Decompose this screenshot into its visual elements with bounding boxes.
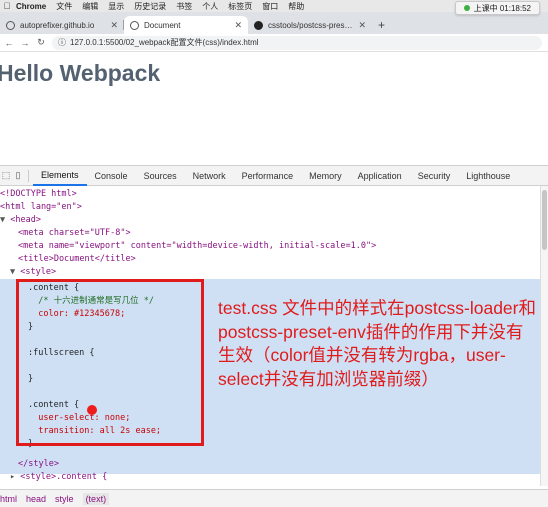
devtools-tab-network[interactable]: Network [185, 166, 234, 186]
tree-line-title[interactable]: <title>Document</title> [18, 253, 136, 266]
tree-line-html[interactable]: <html lang="en"> [0, 201, 82, 214]
devtools-tab-memory[interactable]: Memory [301, 166, 350, 186]
tab-title: autoprefixer.github.io [20, 20, 95, 30]
dom-breadcrumbs: html head style (text) [0, 489, 548, 507]
menu-tabs[interactable]: 标签页 [223, 1, 257, 12]
menu-app-chrome[interactable]: Chrome [14, 2, 51, 11]
devtools-tab-console[interactable]: Console [87, 166, 136, 186]
css-line: :fullscreen { [28, 348, 95, 358]
close-icon[interactable]: ✕ [358, 20, 366, 31]
info-icon[interactable]: ⓘ [58, 37, 66, 48]
browser-tab-autoprefixer[interactable]: autoprefixer.github.io ✕ [0, 16, 124, 34]
devtools-tab-bar: ⬚ ▯ Elements Console Sources Network Per… [0, 166, 548, 186]
devtools-tab-security[interactable]: Security [410, 166, 459, 186]
menu-help[interactable]: 帮助 [283, 1, 309, 12]
menu-edit[interactable]: 编辑 [77, 1, 103, 12]
css-line: .content { [28, 400, 80, 410]
browser-toolbar: ← → ↻ ⓘ 127.0.0.1:5500/02_webpack配置文件(cs… [0, 34, 548, 52]
scrollbar-thumb[interactable] [542, 190, 547, 250]
menu-window[interactable]: 窗口 [257, 1, 283, 12]
css-line: /* 十六进制通常是写几位 */ [28, 296, 154, 306]
browser-tab-strip: autoprefixer.github.io ✕ Document ✕ csst… [0, 12, 548, 34]
tree-line-meta-viewport[interactable]: <meta name="viewport" content="width=dev… [18, 240, 376, 253]
css-line: } [28, 439, 34, 449]
tab-title: Document [144, 20, 181, 30]
forward-arrow-icon[interactable]: → [20, 38, 30, 48]
cursor-dot [87, 405, 97, 415]
browser-tab-postcss-preset-env[interactable]: csstools/postcss-preset-env: C… ✕ [248, 16, 372, 34]
devtools-tab-performance[interactable]: Performance [234, 166, 302, 186]
breadcrumb-style[interactable]: style [55, 494, 74, 504]
tree-line-meta-charset[interactable]: <meta charset="UTF-8"> [18, 227, 131, 240]
menu-history[interactable]: 历史记录 [129, 1, 171, 12]
breadcrumb-head[interactable]: head [26, 494, 46, 504]
github-icon [254, 20, 263, 30]
close-icon[interactable]: ✕ [234, 20, 242, 31]
apple-icon[interactable]:  [0, 1, 14, 11]
menu-profile[interactable]: 个人 [197, 1, 223, 12]
mac-menu-bar:  Chrome 文件 编辑 显示 历史记录 书签 个人 标签页 窗口 帮助 上… [0, 0, 548, 15]
menu-file[interactable]: 文件 [51, 1, 77, 12]
css-line: transition: all 2s ease; [28, 426, 162, 436]
globe-icon [130, 20, 139, 30]
new-tab-button[interactable]: + [372, 16, 391, 34]
devtools-tab-sources[interactable]: Sources [136, 166, 185, 186]
inspect-element-icon[interactable]: ⬚ [0, 170, 12, 181]
tree-line-doctype[interactable]: <!DOCTYPE html> [0, 188, 77, 201]
css-line: color: #12345678; [28, 309, 126, 319]
close-icon[interactable]: ✕ [110, 20, 118, 31]
css-line: user-select: none; [28, 413, 131, 423]
elements-scrollbar[interactable] [540, 186, 548, 486]
address-url: 127.0.0.1:5500/02_webpack配置文件(css)/index… [70, 38, 259, 47]
reload-icon[interactable]: ↻ [36, 37, 46, 48]
class-timer-badge: 上课中 01:18:52 [454, 1, 540, 15]
tab-title: csstools/postcss-preset-env: C… [268, 20, 354, 30]
devtools-tab-elements[interactable]: Elements [33, 166, 87, 186]
tree-line-style-open[interactable]: ▼ <style> [10, 266, 56, 279]
breadcrumb-text[interactable]: (text) [82, 492, 110, 505]
page-heading: Hello Webpack [0, 60, 161, 86]
class-timer-text: 上课中 01:18:52 [473, 3, 531, 13]
menu-view[interactable]: 显示 [103, 1, 129, 12]
css-line: } [28, 322, 34, 332]
address-bar[interactable]: ⓘ 127.0.0.1:5500/02_webpack配置文件(css)/ind… [52, 35, 542, 50]
globe-icon [6, 20, 15, 30]
browser-tab-document[interactable]: Document ✕ [124, 16, 248, 34]
device-toolbar-icon[interactable]: ▯ [12, 170, 24, 181]
menu-bookmarks[interactable]: 书签 [171, 1, 197, 12]
tree-line-head[interactable]: ▼ <head> [0, 214, 41, 227]
css-line: .content { [28, 283, 80, 293]
tree-line-style2[interactable]: ▸ <style>.content { [10, 471, 107, 484]
back-arrow-icon[interactable]: ← [4, 38, 14, 48]
tree-line-style-close[interactable]: </style> [18, 458, 59, 471]
devtools-tab-lighthouse[interactable]: Lighthouse [458, 166, 518, 186]
annotation-text: test.css 文件中的样式在postcss-loader和 postcss-… [218, 298, 536, 389]
recording-dot-icon [463, 5, 470, 11]
css-line: } [28, 374, 34, 384]
breadcrumb-html[interactable]: html [0, 494, 17, 504]
devtools-tab-application[interactable]: Application [350, 166, 410, 186]
